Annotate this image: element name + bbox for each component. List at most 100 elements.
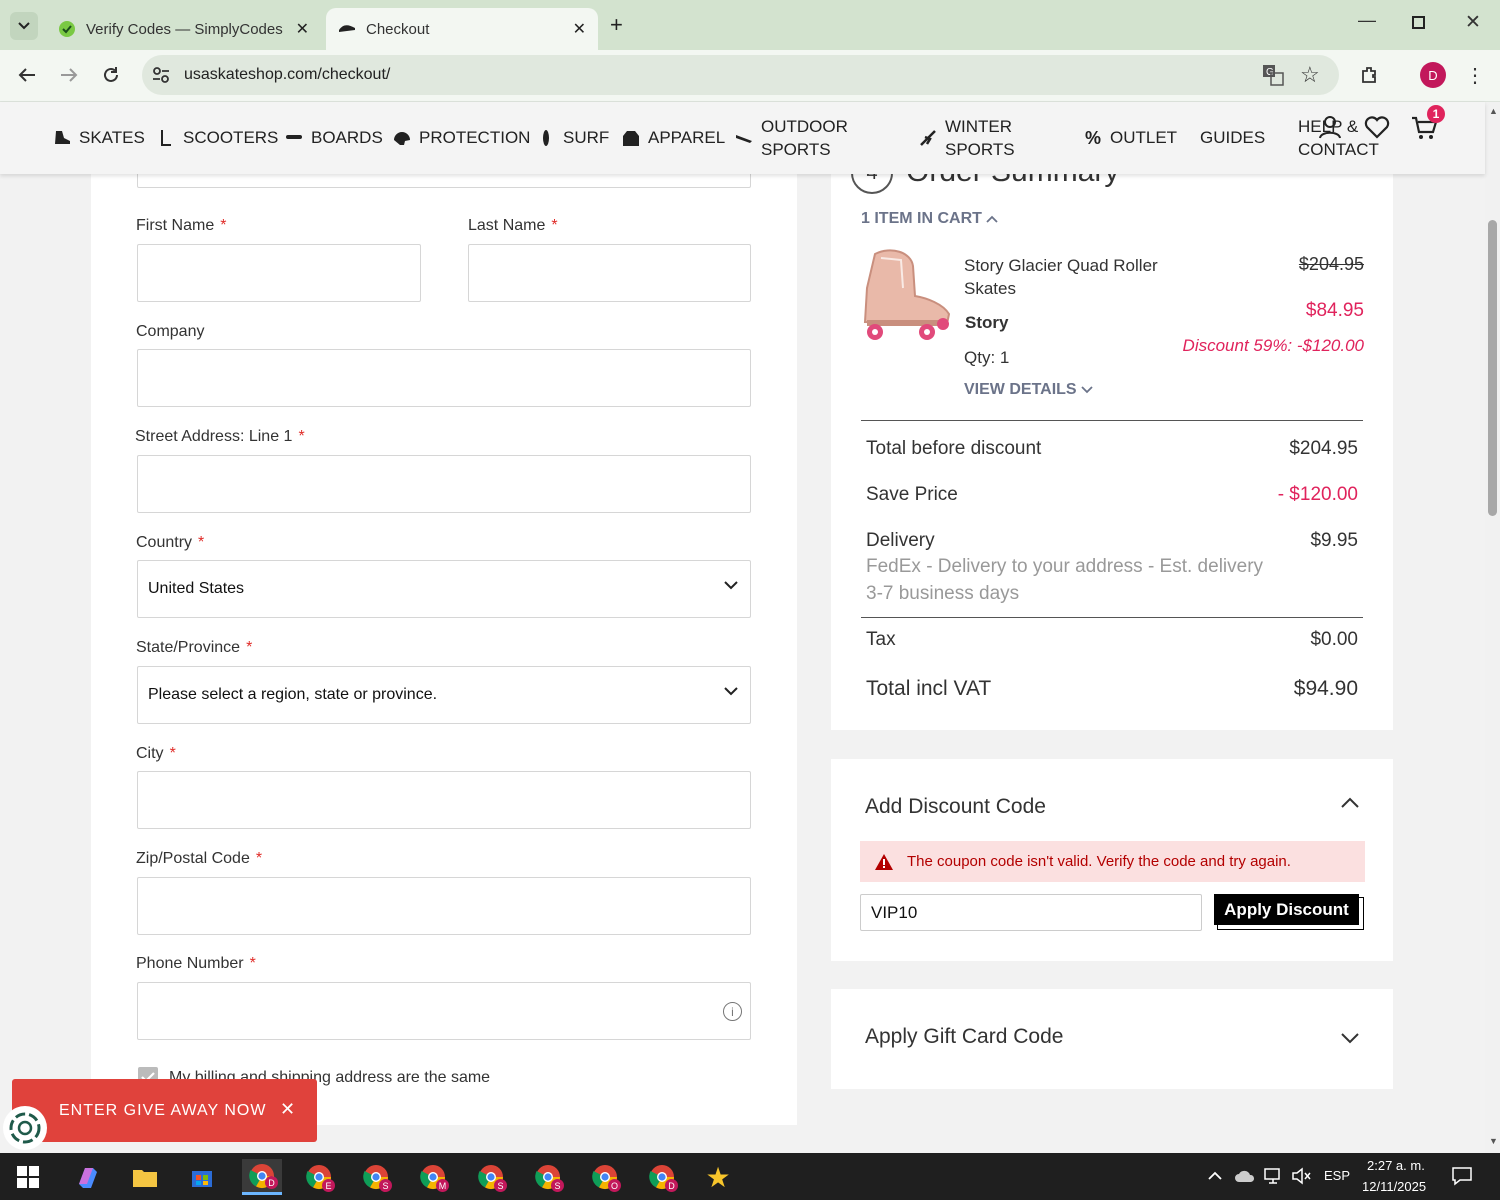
country-label: Country *	[136, 534, 205, 551]
scroll-down-arrow-icon[interactable]: ▼	[1489, 1136, 1498, 1146]
nav-skates[interactable]: SKATES	[53, 128, 145, 148]
close-giveaway-icon[interactable]: ✕	[280, 1099, 295, 1120]
first-name-input[interactable]	[137, 244, 421, 302]
giveaway-banner[interactable]: ENTER GIVE AWAY NOW ✕	[12, 1079, 317, 1142]
nav-outdoor-sports[interactable]: OUTDOOR SPORTS	[735, 115, 848, 161]
chrome-window-icon[interactable]: D	[642, 1159, 682, 1195]
giveaway-logo-icon[interactable]	[3, 1106, 47, 1150]
tab-simplycodes[interactable]: Verify Codes — SimplyCodes ✕	[46, 8, 321, 50]
chevron-down-icon	[1341, 1033, 1359, 1044]
product-name[interactable]: Story Glacier Quad Roller Skates	[964, 254, 1169, 300]
new-tab-plus-icon[interactable]: +	[610, 12, 623, 38]
input-language[interactable]: ESP	[1324, 1168, 1350, 1183]
address-bar[interactable]: usaskateshop.com/checkout/ G ☆	[142, 55, 1339, 95]
state-select[interactable]: Please select a region, state or provinc…	[137, 666, 751, 724]
bookmark-star-icon[interactable]: ☆	[1300, 62, 1320, 88]
scroll-up-arrow-icon[interactable]: ▲	[1489, 106, 1498, 116]
close-tab-icon[interactable]: ✕	[573, 19, 586, 39]
discount-code-input[interactable]: VIP10	[860, 894, 1202, 931]
page-scrollbar[interactable]: ▲ ▼	[1485, 102, 1500, 1153]
phone-input[interactable]: i	[137, 982, 751, 1040]
close-window-icon[interactable]: ✕	[1465, 11, 1481, 34]
nav-scooters[interactable]: SCOOTERS	[157, 128, 278, 148]
minimize-window-icon[interactable]: —	[1358, 10, 1376, 31]
last-name-label: Last Name *	[468, 217, 558, 234]
street-address-input[interactable]	[137, 455, 751, 513]
scrollbar-thumb[interactable]	[1488, 220, 1497, 516]
windows-taskbar: D E S M S S O D ★ ESP 2:27 a. m. 12/11/2025	[0, 1153, 1500, 1200]
delivery-description: FedEx - Delivery to your address - Est. …	[866, 556, 1264, 604]
delivery-value: $9.95	[1310, 530, 1358, 551]
tab-checkout[interactable]: Checkout ✕	[326, 8, 598, 50]
chrome-window-icon[interactable]: S	[528, 1159, 568, 1195]
ski-icon	[919, 129, 937, 147]
chrome-window-icon[interactable]: E	[299, 1159, 339, 1195]
favorites-star-icon[interactable]: ★	[698, 1159, 738, 1195]
product-sale-price: $84.95	[1305, 300, 1364, 321]
company-input[interactable]	[137, 349, 751, 407]
chrome-window-icon[interactable]: O	[585, 1159, 625, 1195]
discount-code-card: Add Discount Code The coupon code isn't …	[831, 759, 1393, 961]
copilot-icon[interactable]	[68, 1159, 108, 1195]
site-settings-icon[interactable]	[152, 66, 170, 89]
clock-time[interactable]: 2:27 a. m.	[1367, 1158, 1425, 1173]
nav-protection[interactable]: PROTECTION	[393, 128, 530, 148]
back-arrow-icon[interactable]	[15, 63, 39, 87]
chevron-up-icon	[1341, 797, 1359, 808]
nav-boards[interactable]: BOARDS	[285, 128, 383, 148]
cart-count: 1	[1432, 107, 1440, 121]
info-icon[interactable]: i	[723, 1002, 742, 1021]
extensions-puzzle-icon[interactable]	[1358, 63, 1382, 87]
network-icon[interactable]	[1264, 1167, 1284, 1190]
wishlist-heart-icon[interactable]	[1364, 115, 1390, 144]
clock-date[interactable]: 12/11/2025	[1362, 1179, 1426, 1194]
restore-window-icon[interactable]	[1412, 16, 1425, 29]
forward-arrow-icon[interactable]	[57, 63, 81, 87]
volume-muted-icon[interactable]	[1291, 1167, 1311, 1190]
total-before-label: Total before discount	[866, 438, 1042, 459]
chrome-window-icon[interactable]: M	[413, 1159, 453, 1195]
product-qty: Qty: 1	[964, 348, 1010, 367]
items-in-cart-toggle[interactable]: 1 ITEM IN CART	[861, 210, 998, 228]
browser-tab-strip: Verify Codes — SimplyCodes ✕ Checkout ✕ …	[0, 0, 1500, 50]
account-user-icon[interactable]	[1318, 114, 1342, 145]
nav-surf[interactable]: SURF	[537, 128, 609, 148]
discount-code-toggle[interactable]: Add Discount Code	[865, 795, 1365, 825]
nav-outlet[interactable]: % OUTLET	[1084, 128, 1177, 148]
apply-discount-label: Apply Discount	[1224, 899, 1349, 919]
nav-label: BOARDS	[311, 128, 383, 147]
close-tab-icon[interactable]: ✕	[296, 19, 309, 39]
zip-input[interactable]	[137, 877, 751, 935]
nav-label: OUTDOOR SPORTS	[761, 117, 848, 159]
discount-title: Add Discount Code	[865, 795, 1046, 818]
gift-card-toggle[interactable]: Apply Gift Card Code	[865, 1025, 1365, 1055]
show-hidden-icons-chevron-icon[interactable]	[1208, 1167, 1222, 1185]
nav-apparel[interactable]: APPAREL	[622, 128, 725, 148]
city-input[interactable]	[137, 771, 751, 829]
translate-icon[interactable]: G	[1262, 64, 1284, 91]
chrome-window-icon[interactable]: S	[471, 1159, 511, 1195]
last-name-input[interactable]	[468, 244, 751, 302]
chrome-window-icon[interactable]: D	[242, 1159, 282, 1195]
nav-label: GUIDES	[1200, 128, 1266, 147]
nav-winter-sports[interactable]: WINTER SPORTS	[919, 115, 1015, 161]
street-address-label: Street Address: Line 1 *	[135, 428, 305, 445]
file-explorer-icon[interactable]	[125, 1159, 165, 1195]
chrome-window-icon[interactable]: S	[356, 1159, 396, 1195]
nav-guides[interactable]: GUIDES	[1200, 128, 1265, 148]
view-details-toggle[interactable]: VIEW DETAILS	[964, 381, 1093, 399]
notifications-icon[interactable]	[1452, 1166, 1472, 1191]
store-icon[interactable]	[182, 1159, 222, 1195]
hoodie-icon	[622, 129, 640, 147]
tax-label: Tax	[866, 629, 896, 650]
scooter-icon	[157, 129, 175, 147]
windows-start-icon[interactable]	[8, 1159, 48, 1195]
apply-discount-button[interactable]: Apply Discount	[1214, 894, 1359, 925]
onedrive-cloud-icon[interactable]	[1234, 1169, 1256, 1188]
country-select[interactable]: United States	[137, 560, 751, 618]
save-price-row: Save Price - $120.00	[866, 484, 1358, 506]
profile-avatar[interactable]: D	[1420, 62, 1446, 88]
tab-search-button[interactable]	[10, 12, 38, 40]
more-menu-icon[interactable]: ⋮	[1463, 63, 1487, 87]
reload-icon[interactable]	[99, 63, 123, 87]
